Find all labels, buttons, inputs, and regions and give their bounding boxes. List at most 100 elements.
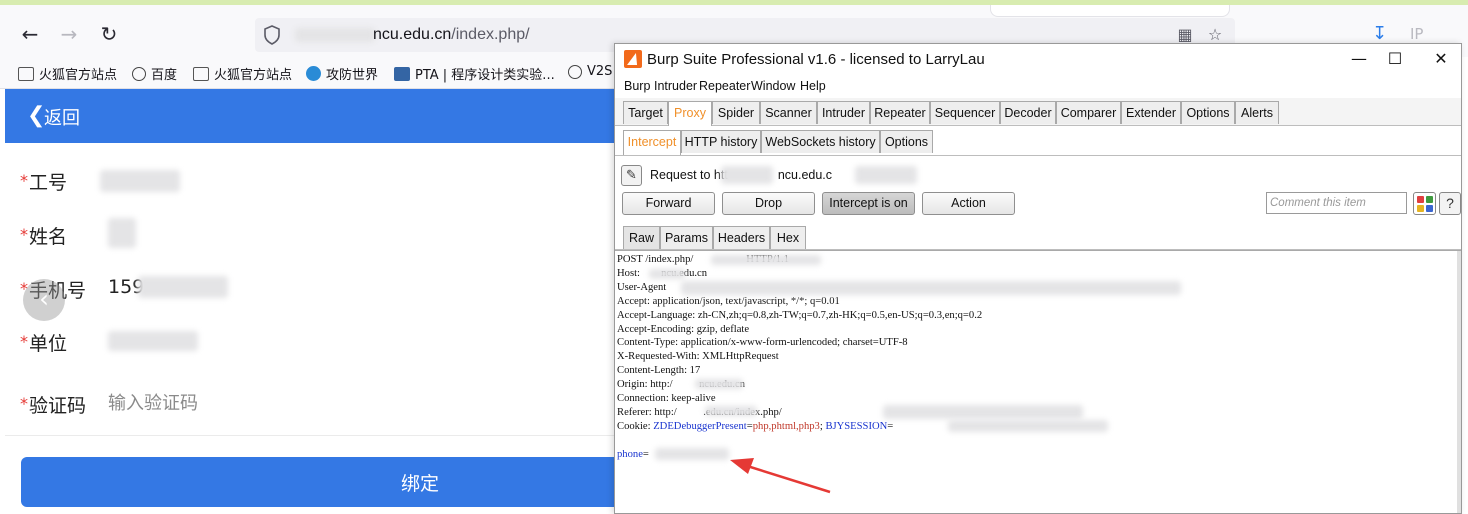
cookie-param: ZDEDebuggerPresent <box>653 420 747 432</box>
menu-window[interactable]: Window <box>751 79 795 93</box>
redacted-host <box>649 269 685 279</box>
required-mark: * <box>20 332 28 351</box>
cookie-param: BJYSESSION <box>825 420 888 432</box>
redacted-phone-value <box>655 448 729 460</box>
drop-button[interactable]: Drop <box>722 192 815 215</box>
request-to-prefix: Request to htt <box>650 168 728 182</box>
bookmark-item[interactable]: PTA | 程序设计类实验... <box>394 64 555 83</box>
redacted-host <box>721 166 773 184</box>
tab-http-history[interactable]: HTTP history <box>681 130 761 153</box>
tab-scanner[interactable]: Scanner <box>760 101 817 124</box>
page-header: ❮ 返回 <box>5 89 620 143</box>
highlight-color-icon[interactable] <box>1413 192 1436 215</box>
close-icon[interactable]: ✕ <box>1431 49 1451 69</box>
reload-icon[interactable]: ↻ <box>96 21 122 47</box>
field-label-text: 姓名 <box>29 226 68 248</box>
folder-icon <box>193 66 209 81</box>
browser-tab-remnant[interactable] <box>990 5 1230 17</box>
tab-websockets-history[interactable]: WebSockets history <box>761 130 880 153</box>
field-label: *姓名 <box>20 222 67 249</box>
cookie-value: php,phtml,php3 <box>752 420 820 432</box>
tab-intercept[interactable]: Intercept <box>623 130 681 155</box>
field-label: *单位 <box>20 329 67 356</box>
burp-window: Burp Suite Professional v1.6 - licensed … <box>614 43 1462 514</box>
bookmarks-bar: 火狐官方站点 百度 火狐官方站点 攻防世界 PTA | 程序设计类实验... V… <box>0 57 620 89</box>
captcha-input[interactable] <box>108 385 408 421</box>
raw-request-editor[interactable]: POST /index.php/ HTTP/1.1 Host: ncu.edu.… <box>615 250 1461 513</box>
url-host: ncu.edu.cn <box>373 26 452 43</box>
burp-titlebar: Burp Suite Professional v1.6 - licensed … <box>615 44 1461 76</box>
bookmark-item[interactable]: 百度 <box>132 64 177 83</box>
tab-repeater[interactable]: Repeater <box>870 101 930 124</box>
redacted-session-id <box>948 420 1108 432</box>
menu-repeater[interactable]: Repeater <box>699 79 750 93</box>
url-path: /index.php/ <box>451 26 530 43</box>
redacted-referer-host <box>705 406 757 416</box>
field-label-text: 工号 <box>29 172 68 194</box>
tab-sequencer[interactable]: Sequencer <box>930 101 1000 124</box>
downloads-icon[interactable]: ↧ <box>1372 23 1387 44</box>
field-label: *验证码 <box>20 391 86 418</box>
tab-alerts[interactable]: Alerts <box>1235 101 1279 124</box>
pencil-icon[interactable]: ✎ <box>621 165 642 186</box>
bookmark-item[interactable]: 火狐官方站点 <box>193 64 292 83</box>
forward-arrow-icon[interactable]: → <box>56 21 82 47</box>
bookmark-label: 攻防世界 <box>326 68 379 83</box>
scrollbar[interactable] <box>1457 251 1461 513</box>
form-row-staff-id: *工号 <box>20 160 610 200</box>
bookmark-item[interactable]: V2S <box>568 64 612 79</box>
form-row-captcha: *验证码 <box>20 383 610 423</box>
redacted-url-prefix <box>295 28 375 42</box>
field-label-text: 单位 <box>29 333 68 355</box>
folder-icon <box>18 66 34 81</box>
tab-extender[interactable]: Extender <box>1121 101 1181 124</box>
form-row-department: *单位 <box>20 321 610 361</box>
tab-proxy-options[interactable]: Options <box>880 130 933 153</box>
burp-menubar: Burp Intruder Repeater Window Help <box>615 76 1461 98</box>
bookmark-star-icon[interactable]: ☆ <box>1205 25 1225 45</box>
help-icon[interactable]: ? <box>1439 192 1461 215</box>
tab-comparer[interactable]: Comparer <box>1056 101 1121 124</box>
comment-input[interactable] <box>1266 192 1407 214</box>
redacted-value <box>100 170 180 192</box>
field-label-text: 验证码 <box>29 395 87 417</box>
tab-intruder[interactable]: Intruder <box>817 101 870 124</box>
minimize-icon[interactable]: — <box>1349 49 1369 69</box>
required-mark: * <box>20 394 28 413</box>
field-label: *工号 <box>20 168 67 195</box>
bookmark-label: PTA | 程序设计类实验... <box>415 68 555 83</box>
tab-raw[interactable]: Raw <box>623 226 660 249</box>
form-row-name: *姓名 <box>20 214 610 254</box>
bookmark-item[interactable]: 火狐官方站点 <box>18 64 117 83</box>
tab-spider[interactable]: Spider <box>712 101 760 124</box>
back-link[interactable]: 返回 <box>44 104 80 130</box>
shield-icon[interactable] <box>263 25 281 45</box>
menu-burp[interactable]: Burp <box>624 79 650 93</box>
proxy-subtabbar: Intercept HTTP history WebSockets histor… <box>615 127 1461 156</box>
form-row-phone: *手机号 159 <box>20 268 610 308</box>
bookmark-label: 火狐官方站点 <box>39 68 118 83</box>
tab-hex[interactable]: Hex <box>770 226 806 249</box>
action-button[interactable]: Action <box>922 192 1015 215</box>
menu-intruder[interactable]: Intruder <box>654 79 697 93</box>
bookmark-label: V2S <box>587 64 613 79</box>
bookmark-item[interactable]: 攻防世界 <box>306 64 378 83</box>
burp-logo-icon <box>624 50 642 68</box>
tab-target[interactable]: Target <box>623 101 668 124</box>
tab-decoder[interactable]: Decoder <box>1000 101 1056 124</box>
tab-options[interactable]: Options <box>1181 101 1235 124</box>
tab-proxy[interactable]: Proxy <box>668 101 712 126</box>
back-arrow-icon[interactable]: ← <box>17 21 43 47</box>
divider <box>5 435 620 436</box>
chevron-left-icon[interactable]: ‹ <box>23 279 65 321</box>
required-mark: * <box>20 225 28 244</box>
globe-icon <box>132 66 146 81</box>
ip-extension-label[interactable]: IP <box>1410 25 1423 43</box>
intercept-toggle-button[interactable]: Intercept is on <box>822 192 915 215</box>
menu-help[interactable]: Help <box>800 79 826 93</box>
maximize-icon[interactable]: ☐ <box>1385 49 1405 69</box>
forward-button[interactable]: Forward <box>622 192 715 215</box>
tab-headers[interactable]: Headers <box>713 226 770 249</box>
qr-code-icon[interactable]: ▦ <box>1175 25 1195 45</box>
tab-params[interactable]: Params <box>660 226 713 249</box>
